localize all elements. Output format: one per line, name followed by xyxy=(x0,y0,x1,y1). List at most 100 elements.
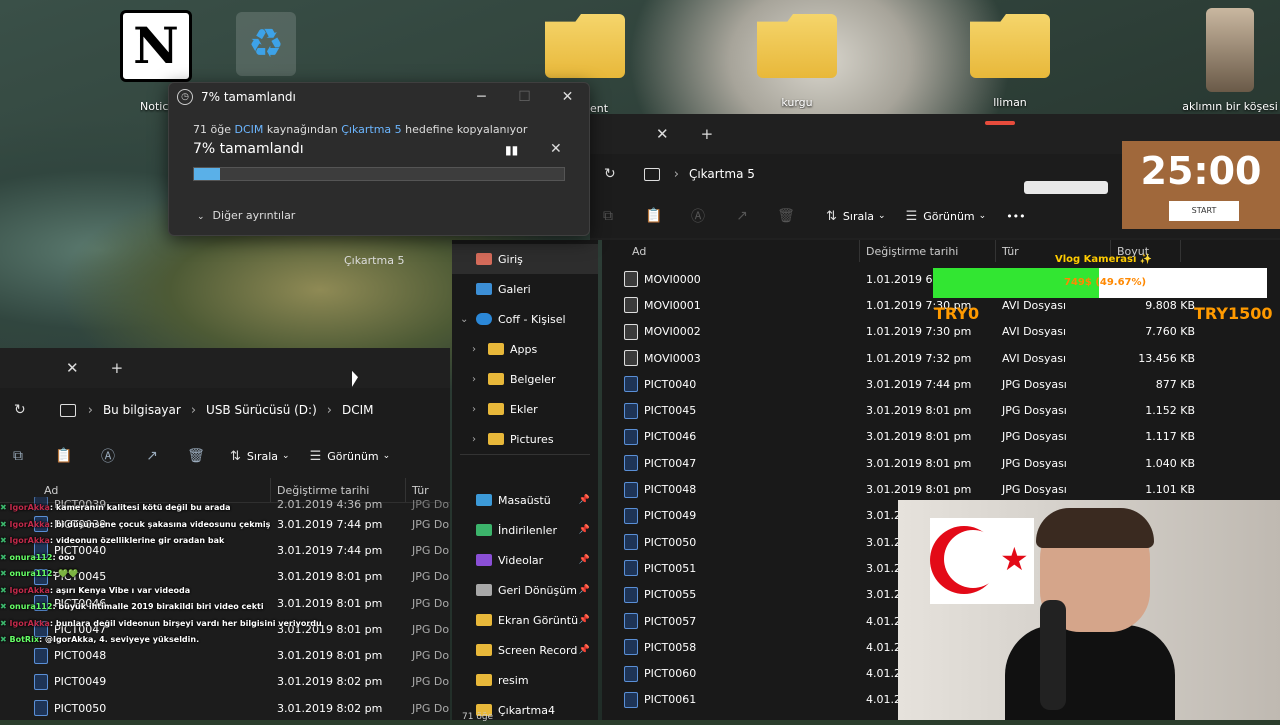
chat-username: IgorAkka xyxy=(9,585,50,595)
file-type: JPG Do xyxy=(412,701,450,715)
tab-close-button[interactable]: ✕ xyxy=(656,125,669,143)
new-tab-button[interactable]: + xyxy=(111,359,124,377)
nav-item-pictures[interactable]: › Pictures xyxy=(452,424,598,454)
file-row[interactable]: PICT0046 3.01.2019 8:01 pm JPG Dosyası 1.11… xyxy=(602,424,1280,450)
paste-icon[interactable]: 📋 xyxy=(640,208,668,224)
desktop-icon-image[interactable]: aklımın bir köşesi xyxy=(1180,8,1280,113)
breadcrumb-item[interactable]: USB Sürücüsü (D:) xyxy=(206,403,317,417)
nav-item-apps[interactable]: › Apps xyxy=(452,334,598,364)
nav-item-galeri[interactable]: Galeri xyxy=(452,274,598,304)
file-row[interactable]: PICT0048 3.01.2019 8:01 pm JPG Dosyası 1.10… xyxy=(602,476,1280,502)
refresh-icon[interactable]: ↻ xyxy=(14,402,26,418)
file-size: 9.808 KB xyxy=(1145,298,1195,312)
chevron-icon[interactable]: › xyxy=(472,344,488,355)
chat-badge-icon: ✖ xyxy=(0,569,10,578)
video-file-icon xyxy=(624,271,638,288)
chat-badge-icon: ✖ xyxy=(0,585,10,595)
navigation-pane: Giriş Galeri ⌄ Coff - Kişisel › Apps › Belgeler… xyxy=(452,240,598,720)
image-file-icon xyxy=(624,428,638,445)
file-size: 13.456 KB xyxy=(1138,351,1195,365)
refresh-icon[interactable]: ↻ xyxy=(604,166,616,182)
record-indicator xyxy=(985,121,1015,125)
paste-icon[interactable]: 📋 xyxy=(50,448,78,464)
file-name-cell: PICT0057 xyxy=(602,613,860,629)
rename-icon[interactable]: Ⓐ xyxy=(684,206,712,226)
copy-icon[interactable]: ⧉ xyxy=(4,448,32,464)
desktop-icon-label: kurgu xyxy=(781,96,813,109)
file-row[interactable]: PICT0040 3.01.2019 7:44 pm JPG Dosyası 877 … xyxy=(602,371,1280,397)
status-item-count: 71 öğe xyxy=(462,712,494,722)
more-options-button[interactable]: ••• xyxy=(1006,210,1025,223)
destination-link[interactable]: Çıkartma 5 xyxy=(341,123,401,136)
breadcrumb-item[interactable]: DCIM xyxy=(342,403,374,417)
nav-item-i-ndirilenler[interactable]: İndirilenler 📌 xyxy=(452,515,598,545)
sort-button[interactable]: ⇅ Sırala ⌄ xyxy=(826,209,886,224)
nav-item-resim[interactable]: resim xyxy=(452,665,598,695)
copy-icon[interactable]: ⧉ xyxy=(594,208,622,224)
file-row[interactable]: PICT0050 3.01.2019 8:02 pm JPG Do xyxy=(0,695,450,721)
nav-item-label: Belgeler xyxy=(510,372,556,386)
desktop-icon-folder-lliman[interactable]: lliman xyxy=(970,14,1050,109)
file-name-cell: PICT0058 xyxy=(602,639,860,656)
tab-close-button[interactable]: ✕ xyxy=(66,359,79,377)
nav-item-masa-st-[interactable]: Masaüstü 📌 xyxy=(452,485,598,515)
copy-description: 71 öğe DCIM kaynağından Çıkartma 5 hedef… xyxy=(193,123,527,136)
desktop-icon-folder-ent[interactable] xyxy=(545,14,625,78)
file-row[interactable]: PICT0047 3.01.2019 8:01 pm JPG Dosyası 1.04… xyxy=(602,450,1280,476)
desktop-icon-recycle-bin[interactable]: ♻ xyxy=(226,12,306,76)
nav-item-label: Geri Dönüşüm xyxy=(498,583,577,597)
rename-icon[interactable]: Ⓐ xyxy=(94,446,122,466)
file-name-cell: PICT0047 xyxy=(602,455,860,472)
address-bar[interactable]: ↻ › Bu bilgisayar › USB Sürücüsü (D:) › … xyxy=(0,390,450,430)
file-type: JPG Do xyxy=(412,675,450,689)
nav-item-coff-ki-isel[interactable]: ⌄ Coff - Kişisel xyxy=(452,304,598,334)
chevron-icon[interactable]: › xyxy=(472,434,488,445)
close-button[interactable]: ✕ xyxy=(546,83,589,111)
nav-item-screen-record[interactable]: Screen Record 📌 xyxy=(452,635,598,665)
more-details-button[interactable]: ⌄ Diğer ayrıntılar xyxy=(197,209,295,222)
pause-button[interactable]: ▮▮ xyxy=(505,143,518,157)
sort-button[interactable]: ⇅ Sırala ⌄ xyxy=(230,449,290,464)
view-icon: ☰ xyxy=(905,208,918,224)
nav-item-videolar[interactable]: Videolar 📌 xyxy=(452,545,598,575)
file-name-cell: PICT0048 xyxy=(602,481,860,498)
copy-text: hedefine kopyalanıyor xyxy=(401,123,528,136)
view-button[interactable]: ☰ Görünüm ⌄ xyxy=(310,449,391,464)
file-row[interactable]: PICT0045 3.01.2019 8:01 pm JPG Dosyası 1.15… xyxy=(602,397,1280,423)
nav-item-belgeler[interactable]: › Belgeler xyxy=(452,364,598,394)
share-icon[interactable]: ↗ xyxy=(138,448,166,464)
source-link[interactable]: DCIM xyxy=(234,123,263,136)
nav-item-ekler[interactable]: › Ekler xyxy=(452,394,598,424)
column-date[interactable]: Değiştirme tarihi xyxy=(860,240,996,262)
chevron-icon[interactable]: ⌄ xyxy=(460,314,476,325)
image-file-icon xyxy=(624,534,638,551)
timer-start-button[interactable]: START xyxy=(1169,201,1239,221)
nav-item-separator xyxy=(460,454,590,485)
chevron-icon[interactable]: › xyxy=(472,404,488,415)
view-button[interactable]: ☰ Görünüm ⌄ xyxy=(906,209,987,224)
breadcrumb-item[interactable]: Çıkartma 5 xyxy=(689,167,755,181)
share-icon[interactable]: ↗ xyxy=(728,208,756,224)
file-name: PICT0060 xyxy=(644,667,697,681)
desktop-icon-folder-kurgu[interactable]: kurgu xyxy=(757,14,837,109)
file-row[interactable]: PICT0049 3.01.2019 8:02 pm JPG Do xyxy=(0,669,450,695)
file-date: 3.01.2019 7:44 pm xyxy=(866,377,972,391)
cancel-copy-button[interactable]: ✕ xyxy=(550,141,562,157)
maximize-button: ☐ xyxy=(518,89,531,105)
breadcrumb-item[interactable]: Bu bilgisayar xyxy=(103,403,181,417)
nav-item-ekran-g-r-nt-[interactable]: Ekran Görüntü 📌 xyxy=(452,605,598,635)
new-tab-button[interactable]: + xyxy=(701,125,714,143)
minimize-button[interactable]: ─ xyxy=(460,83,503,111)
chat-message: ✖ onura112: büyük ihtimalle 2019 birakil… xyxy=(0,599,300,616)
nav-item-giri-[interactable]: Giriş xyxy=(452,244,598,274)
delete-icon[interactable]: 🗑 xyxy=(182,448,210,464)
delete-icon[interactable]: 🗑 xyxy=(772,208,800,224)
chevron-icon[interactable]: › xyxy=(472,374,488,385)
file-row[interactable]: MOVI0003 1.01.2019 7:32 pm AVI Dosyası 13.4… xyxy=(602,345,1280,371)
chat-message: ✖ onura112: ooo xyxy=(0,550,300,567)
file-name: PICT0040 xyxy=(644,377,697,391)
nav-item-label: resim xyxy=(498,673,529,687)
nav-item-geri-d-n-m[interactable]: Geri Dönüşüm 📌 xyxy=(452,575,598,605)
column-name[interactable]: Ad xyxy=(602,240,860,262)
volume-mixer-widget[interactable] xyxy=(1024,181,1108,194)
